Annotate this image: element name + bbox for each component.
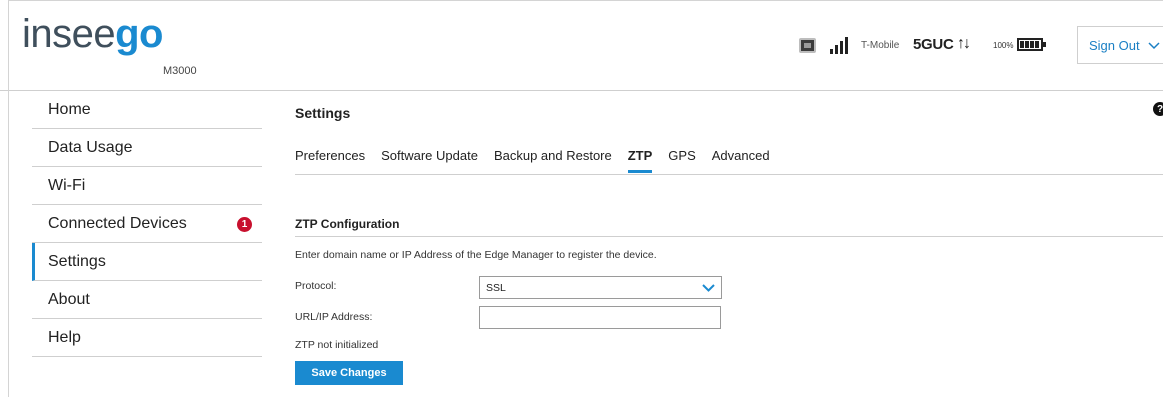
sidebar-item-label: Connected Devices <box>48 214 187 232</box>
page-title: Settings <box>295 105 351 121</box>
sidebar-item-label: Wi-Fi <box>48 176 86 194</box>
tab-gps[interactable]: GPS <box>668 148 695 168</box>
section-title: ZTP Configuration <box>295 217 400 231</box>
header: inseego M3000 T-Mobile 5GUC ↑↓ 100% Sign… <box>0 0 1163 91</box>
battery-percent: 100% <box>993 41 1014 50</box>
signal-strength-icon <box>830 36 852 54</box>
sidebar-item-settings[interactable]: Settings <box>32 243 262 281</box>
ztp-status-text: ZTP not initialized <box>295 339 379 351</box>
tab-software-update[interactable]: Software Update <box>381 148 478 168</box>
help-icon[interactable]: ? <box>1153 102 1163 116</box>
data-transfer-arrows-icon: ↑↓ <box>957 35 971 52</box>
chevron-down-icon <box>702 284 715 292</box>
sidebar-left-border <box>8 91 9 397</box>
sidebar-item-label: Settings <box>48 252 106 270</box>
inseego-logo: inseego <box>22 14 163 54</box>
tabs-divider <box>295 174 1163 175</box>
tab-ztp[interactable]: ZTP <box>627 148 652 173</box>
protocol-selected-value: SSL <box>486 281 506 294</box>
tab-backup-and-restore[interactable]: Backup and Restore <box>494 148 612 168</box>
section-description: Enter domain name or IP Address of the E… <box>295 249 657 261</box>
sign-out-button[interactable]: Sign Out <box>1077 26 1163 64</box>
tab-preferences[interactable]: Preferences <box>295 148 365 168</box>
sidebar-item-data-usage[interactable]: Data Usage <box>32 129 262 167</box>
url-ip-input[interactable] <box>479 306 721 329</box>
chevron-down-icon <box>1148 42 1160 50</box>
sidebar-item-home[interactable]: Home <box>32 91 262 129</box>
section-divider <box>295 236 1163 237</box>
sidebar-item-label: Home <box>48 100 91 118</box>
sidebar-item-label: Help <box>48 328 81 346</box>
battery-icon <box>1017 38 1046 51</box>
logo-text-accent: go <box>115 12 163 56</box>
sign-out-label: Sign Out <box>1089 37 1140 53</box>
carrier-name: T-Mobile <box>861 40 900 51</box>
protocol-select[interactable]: SSL <box>479 276 722 299</box>
sidebar-item-label: About <box>48 290 90 308</box>
url-ip-label: URL/IP Address: <box>295 311 373 323</box>
network-type: 5GUC <box>913 36 954 53</box>
sim-card-icon <box>799 38 816 53</box>
sidebar-item-about[interactable]: About <box>32 281 262 319</box>
header-left-border <box>8 0 9 91</box>
logo-text-main: insee <box>22 12 116 56</box>
sidebar-item-help[interactable]: Help <box>32 319 262 357</box>
main-content: Settings ? Preferences Software Update B… <box>295 91 1163 397</box>
tab-advanced[interactable]: Advanced <box>712 148 770 168</box>
header-top-border <box>8 0 1163 1</box>
sidebar-item-label: Data Usage <box>48 138 133 156</box>
protocol-label: Protocol: <box>295 280 337 292</box>
save-changes-button[interactable]: Save Changes <box>295 361 403 385</box>
device-model: M3000 <box>163 65 197 77</box>
notification-badge: 1 <box>237 217 252 232</box>
sidebar-item-wifi[interactable]: Wi-Fi <box>32 167 262 205</box>
sidebar-item-connected-devices[interactable]: Connected Devices 1 <box>32 205 262 243</box>
settings-tabs: Preferences Software Update Backup and R… <box>295 148 786 173</box>
sidebar: Home Data Usage Wi-Fi Connected Devices 1… <box>0 91 262 397</box>
